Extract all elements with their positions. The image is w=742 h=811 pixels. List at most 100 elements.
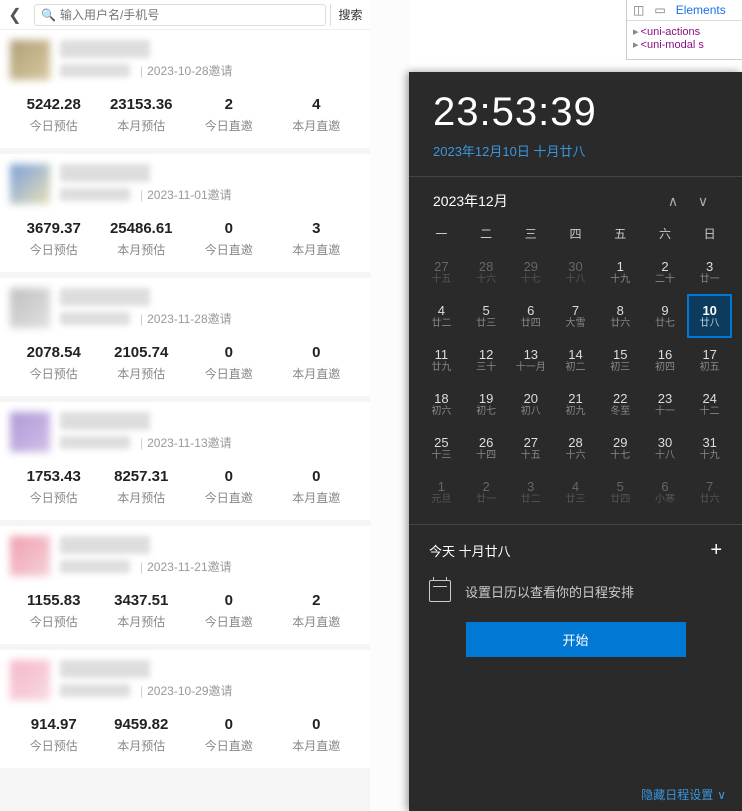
weekday: 日 — [687, 225, 732, 242]
inspect-icon[interactable]: ◫ — [633, 3, 644, 17]
invite-date: 2023-11-01邀请 — [147, 186, 232, 203]
lunar-label: 三十 — [476, 363, 496, 373]
month-label[interactable]: 2023年12月 — [433, 191, 658, 211]
calendar-day[interactable]: 17初五 — [687, 338, 732, 382]
user-card[interactable]: |2023-11-28邀请2078.54今日预估2105.74本月预估0今日直邀… — [0, 278, 370, 396]
search-button[interactable]: 搜索 — [330, 4, 370, 26]
calendar-day[interactable]: 18初六 — [419, 382, 464, 426]
calendar-day[interactable]: 2廿一 — [464, 470, 509, 514]
search-bar: ❮ 🔍 搜索 — [0, 0, 370, 30]
calendar-day[interactable]: 4廿二 — [419, 294, 464, 338]
dom-node[interactable]: <uni-actions — [641, 26, 701, 38]
stat-label: 今日预估 — [10, 737, 98, 754]
calendar-day[interactable]: 6小寒 — [643, 470, 688, 514]
calendar-day[interactable]: 28十六 — [464, 250, 509, 294]
invite-date: 2023-11-28邀请 — [147, 310, 232, 327]
calendar-day[interactable]: 22冬至 — [598, 382, 643, 426]
expand-icon[interactable]: ▸ — [633, 26, 639, 38]
stat: 2今日直邀 — [185, 96, 273, 134]
calendar-day[interactable]: 28十六 — [553, 426, 598, 470]
calendar-day[interactable]: 29十七 — [598, 426, 643, 470]
search-input-wrap[interactable]: 🔍 — [34, 4, 326, 26]
calendar-day[interactable]: 23十一 — [643, 382, 688, 426]
search-input[interactable] — [60, 8, 319, 22]
calendar-day[interactable]: 12 三十 — [464, 338, 509, 382]
day-number: 7 — [572, 304, 579, 317]
calendar-day[interactable]: 13十一月 — [508, 338, 553, 382]
prev-month-button[interactable]: ∧ — [658, 193, 688, 210]
start-button[interactable]: 开始 — [466, 622, 686, 657]
stat: 2本月直邀 — [273, 592, 361, 630]
weekday-row: 一二三四五六日 — [409, 221, 742, 246]
calendar-day[interactable]: 1元旦 — [419, 470, 464, 514]
stat: 8257.31本月预估 — [98, 468, 186, 506]
day-number: 12 — [479, 348, 493, 361]
calendar-day[interactable]: 14初二 — [553, 338, 598, 382]
day-number: 2 — [482, 480, 489, 493]
hide-agenda-button[interactable]: 隐藏日程设置∨ — [641, 786, 726, 803]
stat: 0今日直邀 — [185, 592, 273, 630]
next-month-button[interactable]: ∨ — [688, 193, 718, 210]
calendar-day[interactable]: 4廿三 — [553, 470, 598, 514]
calendar-day[interactable]: 10廿八 — [687, 294, 732, 338]
calendar-day[interactable]: 16初四 — [643, 338, 688, 382]
day-number: 2 — [661, 260, 668, 273]
lunar-label: 大雪 — [566, 319, 586, 329]
lunar-label: 初四 — [655, 363, 675, 373]
calendar-day[interactable]: 8廿六 — [598, 294, 643, 338]
lunar-label: 廿二 — [431, 319, 451, 329]
calendar-day[interactable]: 26十四 — [464, 426, 509, 470]
day-number: 20 — [524, 392, 538, 405]
user-card[interactable]: |2023-11-13邀请1753.43今日预估8257.31本月预估0今日直邀… — [0, 402, 370, 520]
tab-elements[interactable]: Elements — [676, 3, 726, 17]
calendar-day[interactable]: 3廿一 — [687, 250, 732, 294]
day-number: 27 — [524, 436, 538, 449]
stat: 1155.83今日预估 — [10, 592, 98, 630]
calendar-day[interactable]: 19初七 — [464, 382, 509, 426]
calendar-day[interactable]: 7廿六 — [687, 470, 732, 514]
calendar-day[interactable]: 7 大雪 — [553, 294, 598, 338]
calendar-day[interactable]: 25十三 — [419, 426, 464, 470]
expand-icon[interactable]: ▸ — [633, 39, 639, 51]
calendar-day[interactable]: 31十九 — [687, 426, 732, 470]
calendar-day[interactable]: 11廿九 — [419, 338, 464, 382]
calendar-day[interactable]: 9廿七 — [643, 294, 688, 338]
stat-value: 0 — [185, 716, 273, 733]
add-event-button[interactable]: + — [710, 539, 722, 562]
stat: 2078.54今日预估 — [10, 344, 98, 382]
lunar-label: 廿二 — [521, 495, 541, 505]
calendar-day[interactable]: 5廿三 — [464, 294, 509, 338]
user-card[interactable]: |2023-10-29邀请914.97今日预估9459.82本月预估0今日直邀0… — [0, 650, 370, 768]
calendar-day[interactable]: 1十九 — [598, 250, 643, 294]
avatar — [10, 40, 50, 80]
calendar-day[interactable]: 6廿四 — [508, 294, 553, 338]
calendar-day[interactable]: 30十八 — [553, 250, 598, 294]
calendar-day[interactable]: 5廿四 — [598, 470, 643, 514]
stat-label: 今日直邀 — [185, 613, 273, 630]
stat-value: 3 — [273, 220, 361, 237]
user-card[interactable]: |2023-11-01邀请3679.37今日预估25486.61本月预估0今日直… — [0, 154, 370, 272]
avatar — [10, 164, 50, 204]
calendar-day[interactable]: 29十七 — [508, 250, 553, 294]
lunar-label: 初六 — [431, 407, 451, 417]
lunar-label: 廿七 — [655, 319, 675, 329]
back-button[interactable]: ❮ — [0, 5, 30, 25]
devtools-body: ▸<uni-actions ▸<uni-modal s — [627, 21, 742, 55]
device-toggle-icon[interactable]: ▭ — [654, 3, 665, 17]
user-card[interactable]: |2023-10-28邀请5242.28今日预估23153.36本月预估2今日直… — [0, 30, 370, 148]
calendar-day[interactable]: 27十五 — [419, 250, 464, 294]
calendar-day[interactable]: 2二十 — [643, 250, 688, 294]
calendar-day[interactable]: 20初八 — [508, 382, 553, 426]
calendar-day[interactable]: 30十八 — [643, 426, 688, 470]
clock-date[interactable]: 2023年12月10日 十月廿八 — [409, 141, 742, 176]
calendar-day[interactable]: 3廿二 — [508, 470, 553, 514]
lunar-label: 廿四 — [521, 319, 541, 329]
calendar-day[interactable]: 21初九 — [553, 382, 598, 426]
calendar-day[interactable]: 15初三 — [598, 338, 643, 382]
lunar-label: 十二 — [700, 407, 720, 417]
dom-node[interactable]: <uni-modal s — [641, 39, 704, 51]
stat-label: 今日直邀 — [185, 489, 273, 506]
user-card[interactable]: |2023-11-21邀请1155.83今日预估3437.51本月预估0今日直邀… — [0, 526, 370, 644]
calendar-day[interactable]: 24十二 — [687, 382, 732, 426]
calendar-day[interactable]: 27十五 — [508, 426, 553, 470]
